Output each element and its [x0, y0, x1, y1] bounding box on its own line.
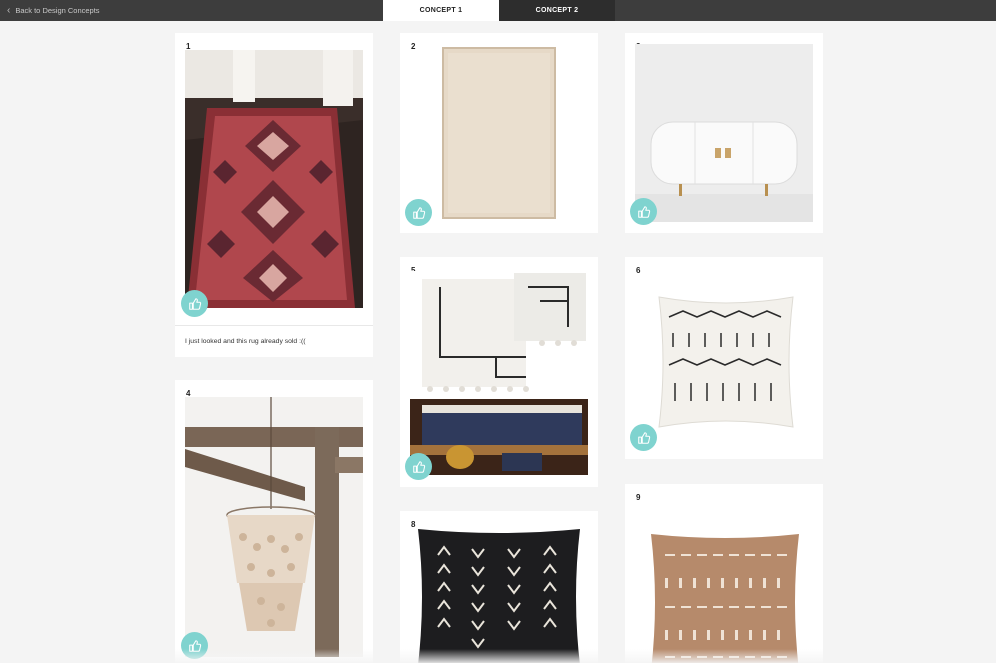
chevron-left-icon: ‹	[7, 4, 11, 16]
like-button[interactable]	[630, 424, 657, 451]
thumbs-up-icon	[412, 206, 425, 219]
item-image[interactable]	[185, 397, 363, 657]
item-image[interactable]	[635, 44, 813, 222]
like-button[interactable]	[181, 290, 208, 317]
item-image[interactable]	[653, 291, 799, 433]
back-link-label: Back to Design Concepts	[15, 6, 100, 15]
like-button[interactable]	[405, 199, 432, 226]
thumbs-up-icon	[412, 460, 425, 473]
like-button[interactable]	[630, 198, 657, 225]
item-image[interactable]	[410, 271, 588, 475]
item-image[interactable]	[185, 50, 363, 308]
concept-item-card: 3	[625, 33, 823, 233]
item-image[interactable]	[647, 530, 803, 663]
concept-item-card: 1 I just looked and this rug already sol…	[175, 33, 373, 357]
concept-item-card: 5	[400, 257, 598, 487]
item-image[interactable]	[414, 525, 584, 663]
thumbs-up-icon	[637, 431, 650, 444]
thumbs-up-icon	[188, 297, 201, 310]
concept-item-card: 9	[625, 484, 823, 663]
bottom-fade	[0, 649, 996, 663]
item-comment: I just looked and this rug already sold …	[185, 338, 306, 345]
back-link[interactable]: ‹ Back to Design Concepts	[7, 0, 100, 21]
tab-concept-1[interactable]: CONCEPT 1	[383, 0, 499, 21]
concept-item-card: 6	[625, 257, 823, 459]
like-button[interactable]	[405, 453, 432, 480]
concept-item-card: 4	[175, 380, 373, 663]
top-bar: ‹ Back to Design Concepts CONCEPT 1 CONC…	[0, 0, 996, 21]
thumbs-up-icon	[637, 205, 650, 218]
concept-item-card: 8	[400, 511, 598, 663]
item-number: 2	[411, 42, 416, 51]
item-image[interactable]	[442, 47, 556, 219]
item-number: 6	[636, 266, 641, 275]
comment-divider	[175, 325, 373, 326]
item-number: 9	[636, 493, 641, 502]
tab-concept-2[interactable]: CONCEPT 2	[499, 0, 615, 21]
concept-item-card: 2	[400, 33, 598, 233]
